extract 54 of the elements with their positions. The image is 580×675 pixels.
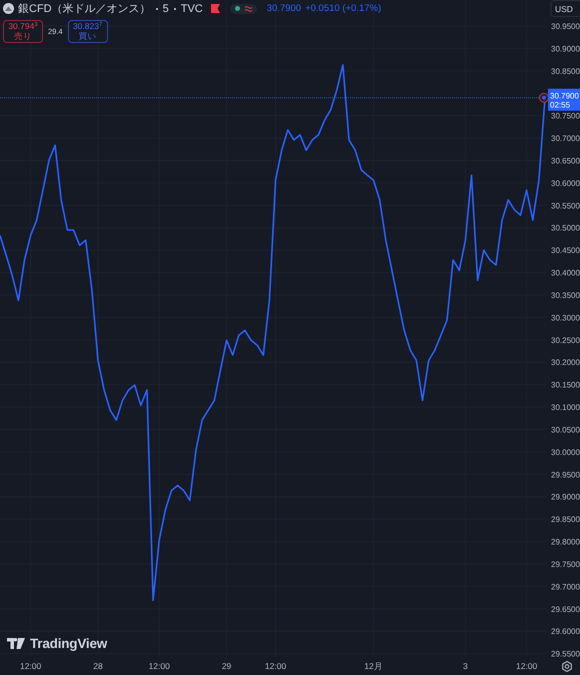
- price-tick-label: 30.0000: [551, 448, 580, 457]
- price-tick-label: 30.6500: [551, 156, 580, 166]
- time-tick-label: 12:00: [264, 661, 286, 671]
- current-price-badge: 30.7900 02:55: [548, 88, 580, 111]
- status-dot-icon: [234, 6, 240, 11]
- price-tick-label: 30.4000: [551, 268, 580, 278]
- price-tick-label: 29.8000: [551, 538, 580, 547]
- price-tick-label: 30.8500: [551, 66, 580, 76]
- price-tick-label: 29.7000: [551, 582, 580, 592]
- price-tick-label: 30.5000: [551, 224, 580, 233]
- price-tick-label: 29.8500: [551, 515, 580, 524]
- settings-icon[interactable]: [562, 660, 572, 672]
- exchange-label: TVC: [180, 2, 203, 14]
- interval-label[interactable]: 5: [162, 2, 169, 14]
- time-tick-label: 12月: [364, 661, 383, 671]
- price-tick-label: 30.2500: [551, 336, 580, 345]
- price-tick-label: 30.6000: [551, 178, 580, 188]
- price-tick-label: 29.5500: [551, 650, 580, 659]
- currency-selector[interactable]: USD: [550, 0, 580, 17]
- flag-icon[interactable]: [210, 4, 220, 13]
- logo-icon: [7, 638, 25, 649]
- symbol-icon: [3, 3, 14, 14]
- price-tick-label: 30.3500: [551, 291, 580, 300]
- price-tick-label: 30.7000: [551, 134, 580, 144]
- price-tick-label: 30.4500: [551, 246, 580, 256]
- time-tick-label: 28: [93, 661, 103, 671]
- price-tick-label: 30.1000: [551, 403, 580, 412]
- price-tick-label: 30.7500: [551, 112, 580, 121]
- time-tick-label: 12:00: [148, 661, 170, 671]
- last-point-marker: [539, 92, 549, 103]
- price-tick-label: 30.0500: [551, 426, 580, 434]
- time-tick-label: 12:00: [20, 661, 42, 671]
- price-tick-label: 30.9500: [551, 22, 580, 31]
- price-tick-label: 29.9500: [551, 470, 580, 480]
- market-status-badge[interactable]: [230, 4, 257, 14]
- price-change: +0.0510 (+0.17%): [305, 3, 382, 14]
- wave-icon: [244, 6, 252, 12]
- buy-button[interactable]: 30.823$^{7}$ 買い: [68, 20, 108, 43]
- price-tick-label: 30.2000: [551, 358, 580, 368]
- price-tick-label: 30.1500: [551, 380, 580, 390]
- price-tick-label: 29.6000: [551, 627, 580, 636]
- time-tick-label: 3: [463, 661, 468, 671]
- sell-button[interactable]: 30.794$^{3}$ 売り: [3, 20, 43, 43]
- price-tick-label: 30.9000: [551, 44, 580, 54]
- price-tick-label: 29.6500: [551, 604, 580, 614]
- logo-text: TradingView: [30, 636, 108, 651]
- price-tick-label: 29.9000: [551, 492, 580, 502]
- time-tick-label: 29: [222, 661, 232, 671]
- symbol-name[interactable]: 銀CFD（米ドル／オンス）: [18, 1, 151, 16]
- price-tick-label: 29.7500: [551, 560, 580, 569]
- last-price: 30.7900: [266, 3, 302, 14]
- price-tick-label: 30.3000: [551, 313, 580, 322]
- price-tick-label: 30.5500: [551, 201, 580, 210]
- time-tick-label: 12:00: [516, 661, 538, 671]
